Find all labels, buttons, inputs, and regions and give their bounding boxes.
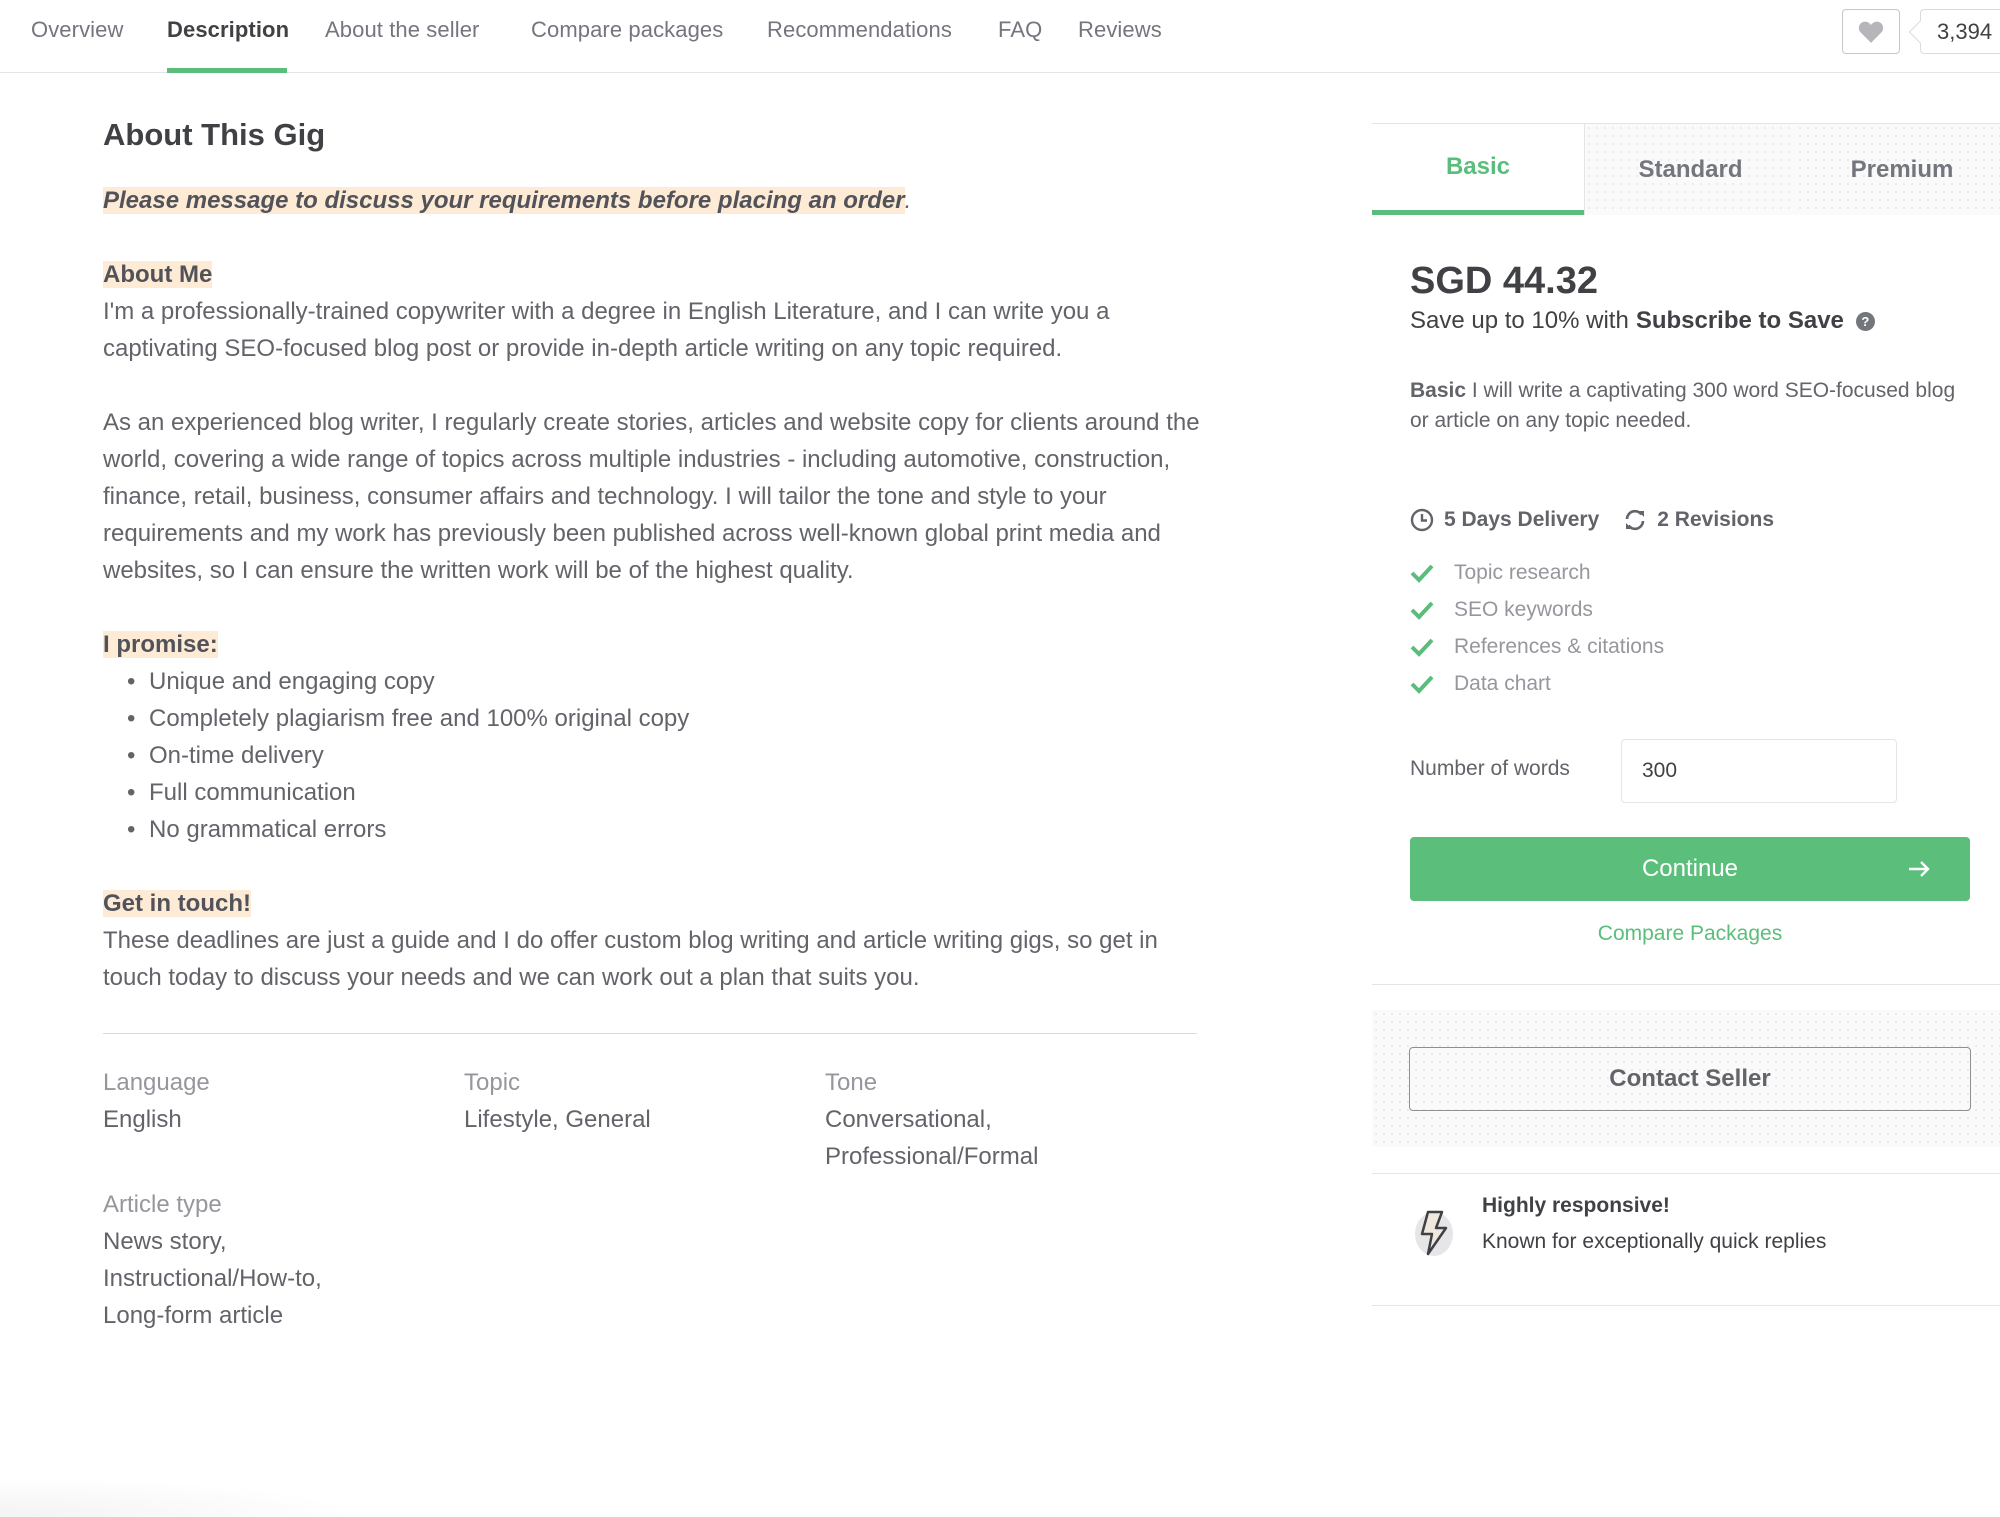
panel-divider [1372, 984, 2000, 985]
badge-subtitle: Known for exceptionally quick replies [1482, 1230, 1827, 1253]
package-tab-premium[interactable]: Premium [1796, 124, 2000, 215]
compare-packages-link[interactable]: Compare Packages [1372, 922, 2000, 946]
promise-heading: I promise: [103, 626, 1203, 663]
metadata-article-type: Article type News story, Instructional/H… [103, 1186, 464, 1334]
question-circle-icon[interactable]: ? [1855, 311, 1875, 331]
heart-icon [1858, 21, 1884, 43]
gig-metadata: Language English Topic Lifestyle, Genera… [103, 1064, 1203, 1334]
promise-item: Completely plagiarism free and 100% orig… [127, 700, 1203, 737]
package-tabs: Basic Standard Premium [1372, 124, 2000, 215]
package-name: Basic [1410, 379, 1467, 402]
subscribe-to-save-link[interactable]: Subscribe to Save [1636, 307, 1844, 335]
metadata-tone: Tone Conversational, Professional/Formal [825, 1064, 1186, 1175]
contact-text: These deadlines are just a guide and I d… [103, 927, 1158, 991]
package-price: SGD 44.32 [1410, 260, 1598, 302]
active-tab-indicator [167, 68, 287, 73]
promise-item: On-time delivery [127, 737, 1203, 774]
about-text: I'm a professionally-trained copywriter … [103, 298, 1110, 362]
delivery-time: 5 Days Delivery [1410, 508, 1599, 532]
metadata-label: Tone [825, 1069, 878, 1096]
check-icon [1410, 564, 1434, 583]
check-icon [1410, 601, 1434, 620]
contact-heading-text: Get in touch! [103, 890, 251, 917]
metadata-value: Conversational, Professional/Formal [825, 1106, 1039, 1170]
metadata-value: News story, Instructional/How-to, Long-f… [103, 1228, 322, 1329]
nav-tab-faq[interactable]: FAQ [998, 17, 1042, 43]
feature-label: SEO keywords [1454, 597, 1593, 621]
nav-tab-recommendations[interactable]: Recommendations [767, 17, 952, 43]
notice-tail: . [904, 187, 912, 214]
metadata-value: Lifestyle, General [464, 1106, 651, 1133]
package-description: Basic I will write a captivating 300 wor… [1410, 376, 1970, 436]
nav-tab-overview[interactable]: Overview [31, 17, 124, 43]
package-facts: 5 Days Delivery 2 Revisions [1410, 508, 1798, 532]
metadata-label: Topic [464, 1069, 521, 1096]
package-tab-basic[interactable]: Basic [1372, 124, 1584, 215]
check-icon [1410, 675, 1434, 694]
delivery-time-text: 5 Days Delivery [1444, 508, 1600, 531]
feature-label: Topic research [1454, 560, 1591, 584]
contact-seller-button[interactable]: Contact Seller [1409, 1047, 1971, 1111]
feature-item: References & citations [1410, 628, 1664, 665]
nav-tab-reviews[interactable]: Reviews [1078, 17, 1162, 43]
experience-text: As an experienced blog writer, I regular… [103, 409, 1200, 584]
nav-tab-about-seller[interactable]: About the seller [325, 17, 479, 43]
nav-tab-compare-packages[interactable]: Compare packages [531, 17, 723, 43]
bottom-overlay-shadow [0, 1480, 340, 1517]
favorite-count: 3,394 [1920, 9, 2000, 54]
favorite-count-value: 3,394 [1937, 18, 1993, 44]
feature-item: SEO keywords [1410, 591, 1664, 628]
favorite-button[interactable] [1842, 9, 1900, 54]
feature-item: Topic research [1410, 554, 1664, 591]
highly-responsive-badge: Highly responsive! Known for exceptional… [1372, 1184, 2000, 1274]
gig-title: About This Gig [103, 117, 326, 152]
continue-button[interactable]: Continue [1410, 837, 1970, 901]
package-panel: Basic Standard Premium SGD 44.32 Save up… [1372, 123, 2000, 1306]
metadata-divider [103, 1033, 1197, 1034]
refresh-icon [1625, 509, 1645, 531]
contact-seller-area: Contact Seller [1372, 1010, 2000, 1147]
number-of-words-input[interactable] [1621, 739, 1897, 803]
revisions-text: 2 Revisions [1657, 508, 1775, 531]
package-description-text: I will write a captivating 300 word SEO-… [1410, 379, 1956, 432]
panel-divider [1372, 1305, 2000, 1306]
nav-tab-description[interactable]: Description [167, 17, 289, 43]
metadata-label: Language [103, 1069, 210, 1096]
package-tab-standard[interactable]: Standard [1584, 124, 1796, 215]
clock-icon [1410, 508, 1434, 532]
gig-section-nav: Overview Description About the seller Co… [0, 0, 2000, 73]
check-icon [1410, 638, 1434, 657]
promise-item: Full communication [127, 774, 1203, 811]
lightning-bolt-icon [1415, 1210, 1453, 1256]
arrow-right-icon [1909, 861, 1930, 877]
panel-divider [1372, 1173, 2000, 1174]
notice-text: Please message to discuss your requireme… [103, 182, 1203, 219]
feature-item: Data chart [1410, 665, 1664, 702]
notice-highlight: Please message to discuss your requireme… [103, 187, 905, 214]
metadata-topic: Topic Lifestyle, General [464, 1064, 825, 1175]
package-features: Topic research SEO keywords References &… [1410, 554, 1664, 702]
continue-label: Continue [1641, 855, 1739, 882]
feature-label: References & citations [1454, 634, 1665, 658]
gig-description: About This Gig Please message to discuss… [103, 110, 1203, 1334]
promise-list: Unique and engaging copy Completely plag… [127, 663, 1203, 848]
subscribe-save-text: Save up to 10% with Subscribe to Save ? [1410, 307, 1875, 335]
promise-item: No grammatical errors [127, 811, 1203, 848]
about-heading: About Me [103, 256, 1203, 293]
promise-heading-text: I promise: [103, 631, 218, 658]
number-of-words-label: Number of words [1410, 757, 1570, 780]
save-prefix: Save up to 10% with [1410, 307, 1629, 334]
promise-item: Unique and engaging copy [127, 663, 1203, 700]
revisions: 2 Revisions [1623, 508, 1774, 532]
about-heading-text: About Me [103, 261, 213, 288]
metadata-language: Language English [103, 1064, 464, 1175]
feature-label: Data chart [1454, 671, 1551, 695]
badge-title: Highly responsive! [1482, 1194, 1670, 1217]
metadata-value: English [103, 1106, 182, 1133]
metadata-label: Article type [103, 1191, 222, 1218]
contact-heading: Get in touch! [103, 885, 1203, 922]
